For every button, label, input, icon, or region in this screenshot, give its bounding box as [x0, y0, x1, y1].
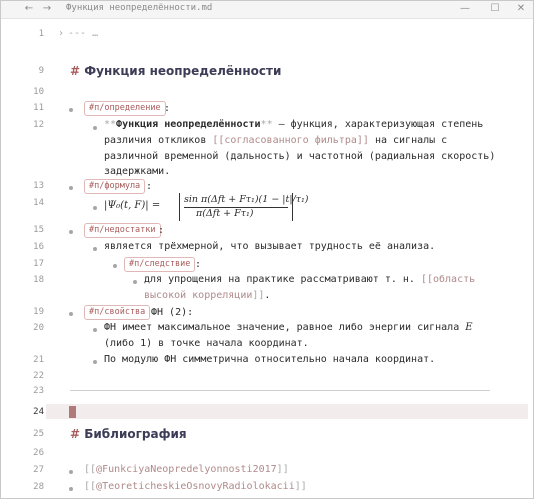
line-number: 10	[33, 87, 44, 97]
line-number: 28	[33, 482, 44, 492]
line-number: 25	[33, 429, 44, 439]
fold-chevron-icon[interactable]: ›	[58, 28, 64, 39]
abs-bar-left	[179, 193, 180, 221]
line-number: 1	[38, 29, 44, 39]
line-number: 17	[33, 259, 44, 269]
line-number: 16	[33, 242, 44, 252]
line-number: 21	[33, 355, 44, 365]
tag-properties[interactable]: #п/свойства	[84, 305, 151, 320]
line-number: 13	[33, 181, 44, 191]
list-bullet	[93, 328, 97, 332]
tag-formula[interactable]: #п/формула	[84, 179, 146, 194]
properties-label: ФН (2):	[151, 307, 194, 318]
list-bullet	[93, 360, 97, 364]
back-arrow-icon[interactable]: ←	[22, 2, 36, 16]
horizontal-rule	[70, 390, 490, 391]
forward-arrow-icon[interactable]: →	[40, 2, 54, 16]
definition-line-3: различной временной (дальность) и частот…	[104, 151, 496, 162]
property-2: По модулю ФН симметрична относительно на…	[104, 354, 436, 365]
energy-symbol: E	[465, 322, 473, 333]
list-bullet	[93, 126, 97, 130]
wikilink-matched-filter[interactable]: [[согласованного фильтра]]	[212, 135, 369, 146]
maximize-icon[interactable]: ☐	[488, 2, 502, 16]
list-bullet	[69, 108, 73, 112]
line-number: 22	[33, 371, 44, 381]
list-bullet	[69, 487, 73, 491]
line-number: 26	[33, 448, 44, 458]
definition-line-4: задержками.	[104, 166, 171, 177]
formula-lhs: |Ψ₀(t, F)| =	[104, 200, 161, 211]
property-1-line-2: (либо 1) в точке начала координат.	[104, 338, 309, 349]
property-1-line-1: ФН имеет максимальное значение, равное л…	[104, 322, 473, 333]
line-number: 23	[33, 386, 44, 396]
tag-definition[interactable]: #п/определение	[84, 101, 166, 116]
line-number: 12	[33, 120, 44, 130]
citation-1[interactable]: [[@FunkciyaNeopredelyonnosti2017]]	[84, 464, 289, 475]
drawback-text: является трёхмерной, что вызывает трудно…	[104, 241, 436, 252]
wikilink-correlation-area[interactable]: [[область	[421, 274, 475, 285]
heading-hash: #	[70, 64, 81, 78]
colon: :	[164, 103, 171, 114]
line-number: 14	[33, 198, 44, 208]
close-icon[interactable]: ✕	[514, 2, 528, 16]
tag-drawbacks[interactable]: #п/недостатки	[84, 223, 161, 238]
frontmatter-folded[interactable]: --- …	[68, 28, 98, 39]
consequence-line-2: высокой корреляции]].	[144, 290, 271, 301]
list-bullet	[133, 280, 137, 284]
definition-line-2: различия откликов [[согласованного фильт…	[104, 135, 448, 146]
heading-1: # Функция неопределённости	[70, 64, 281, 78]
citation-2[interactable]: [[@TeoreticheskieOsnovyRadiolokacii]]	[84, 481, 307, 492]
heading-text: Функция неопределённости	[84, 64, 282, 78]
heading-bibliography: # Библиография	[70, 427, 187, 441]
colon: :	[195, 259, 202, 270]
definition-line-1: **Функция неопределённости** — функция, …	[104, 119, 484, 130]
list-bullet	[93, 247, 97, 251]
heading-hash: #	[70, 427, 81, 441]
formula-denominator: π(Δft + Fτ₁)	[196, 208, 254, 219]
current-line-highlight	[46, 404, 528, 419]
list-bullet	[69, 470, 73, 474]
list-bullet	[113, 264, 117, 268]
line-number: 15	[33, 225, 44, 235]
abs-bar-right	[292, 193, 293, 221]
line-number: 27	[33, 465, 44, 475]
line-number: 20	[33, 323, 44, 333]
minimize-icon[interactable]: —	[458, 2, 472, 16]
line-number: 11	[33, 103, 44, 113]
line-number: 24	[33, 407, 44, 417]
list-bullet	[69, 312, 73, 316]
bold-term: Функция неопределённости	[116, 119, 261, 130]
title-bar: ← → Функция неопределённости.md — ☐ ✕	[0, 0, 534, 19]
formula-numerator: sin π(Δft + Fτ₁)(1 − |t|/τ₁)	[184, 194, 309, 205]
list-bullet	[93, 206, 97, 210]
text-cursor	[69, 406, 76, 418]
line-number: 18	[33, 275, 44, 285]
line-number: 9	[38, 66, 44, 76]
colon: :	[158, 225, 165, 236]
tag-consequence[interactable]: #п/следствие	[124, 257, 196, 272]
heading-text: Библиография	[84, 427, 187, 441]
window-title: Функция неопределённости.md	[66, 3, 213, 13]
line-number: 19	[33, 307, 44, 317]
list-bullet	[69, 230, 73, 234]
colon: :	[146, 181, 153, 192]
list-bullet	[69, 186, 73, 190]
consequence-line-1: для упрощения на практике рассматривают …	[144, 274, 476, 285]
